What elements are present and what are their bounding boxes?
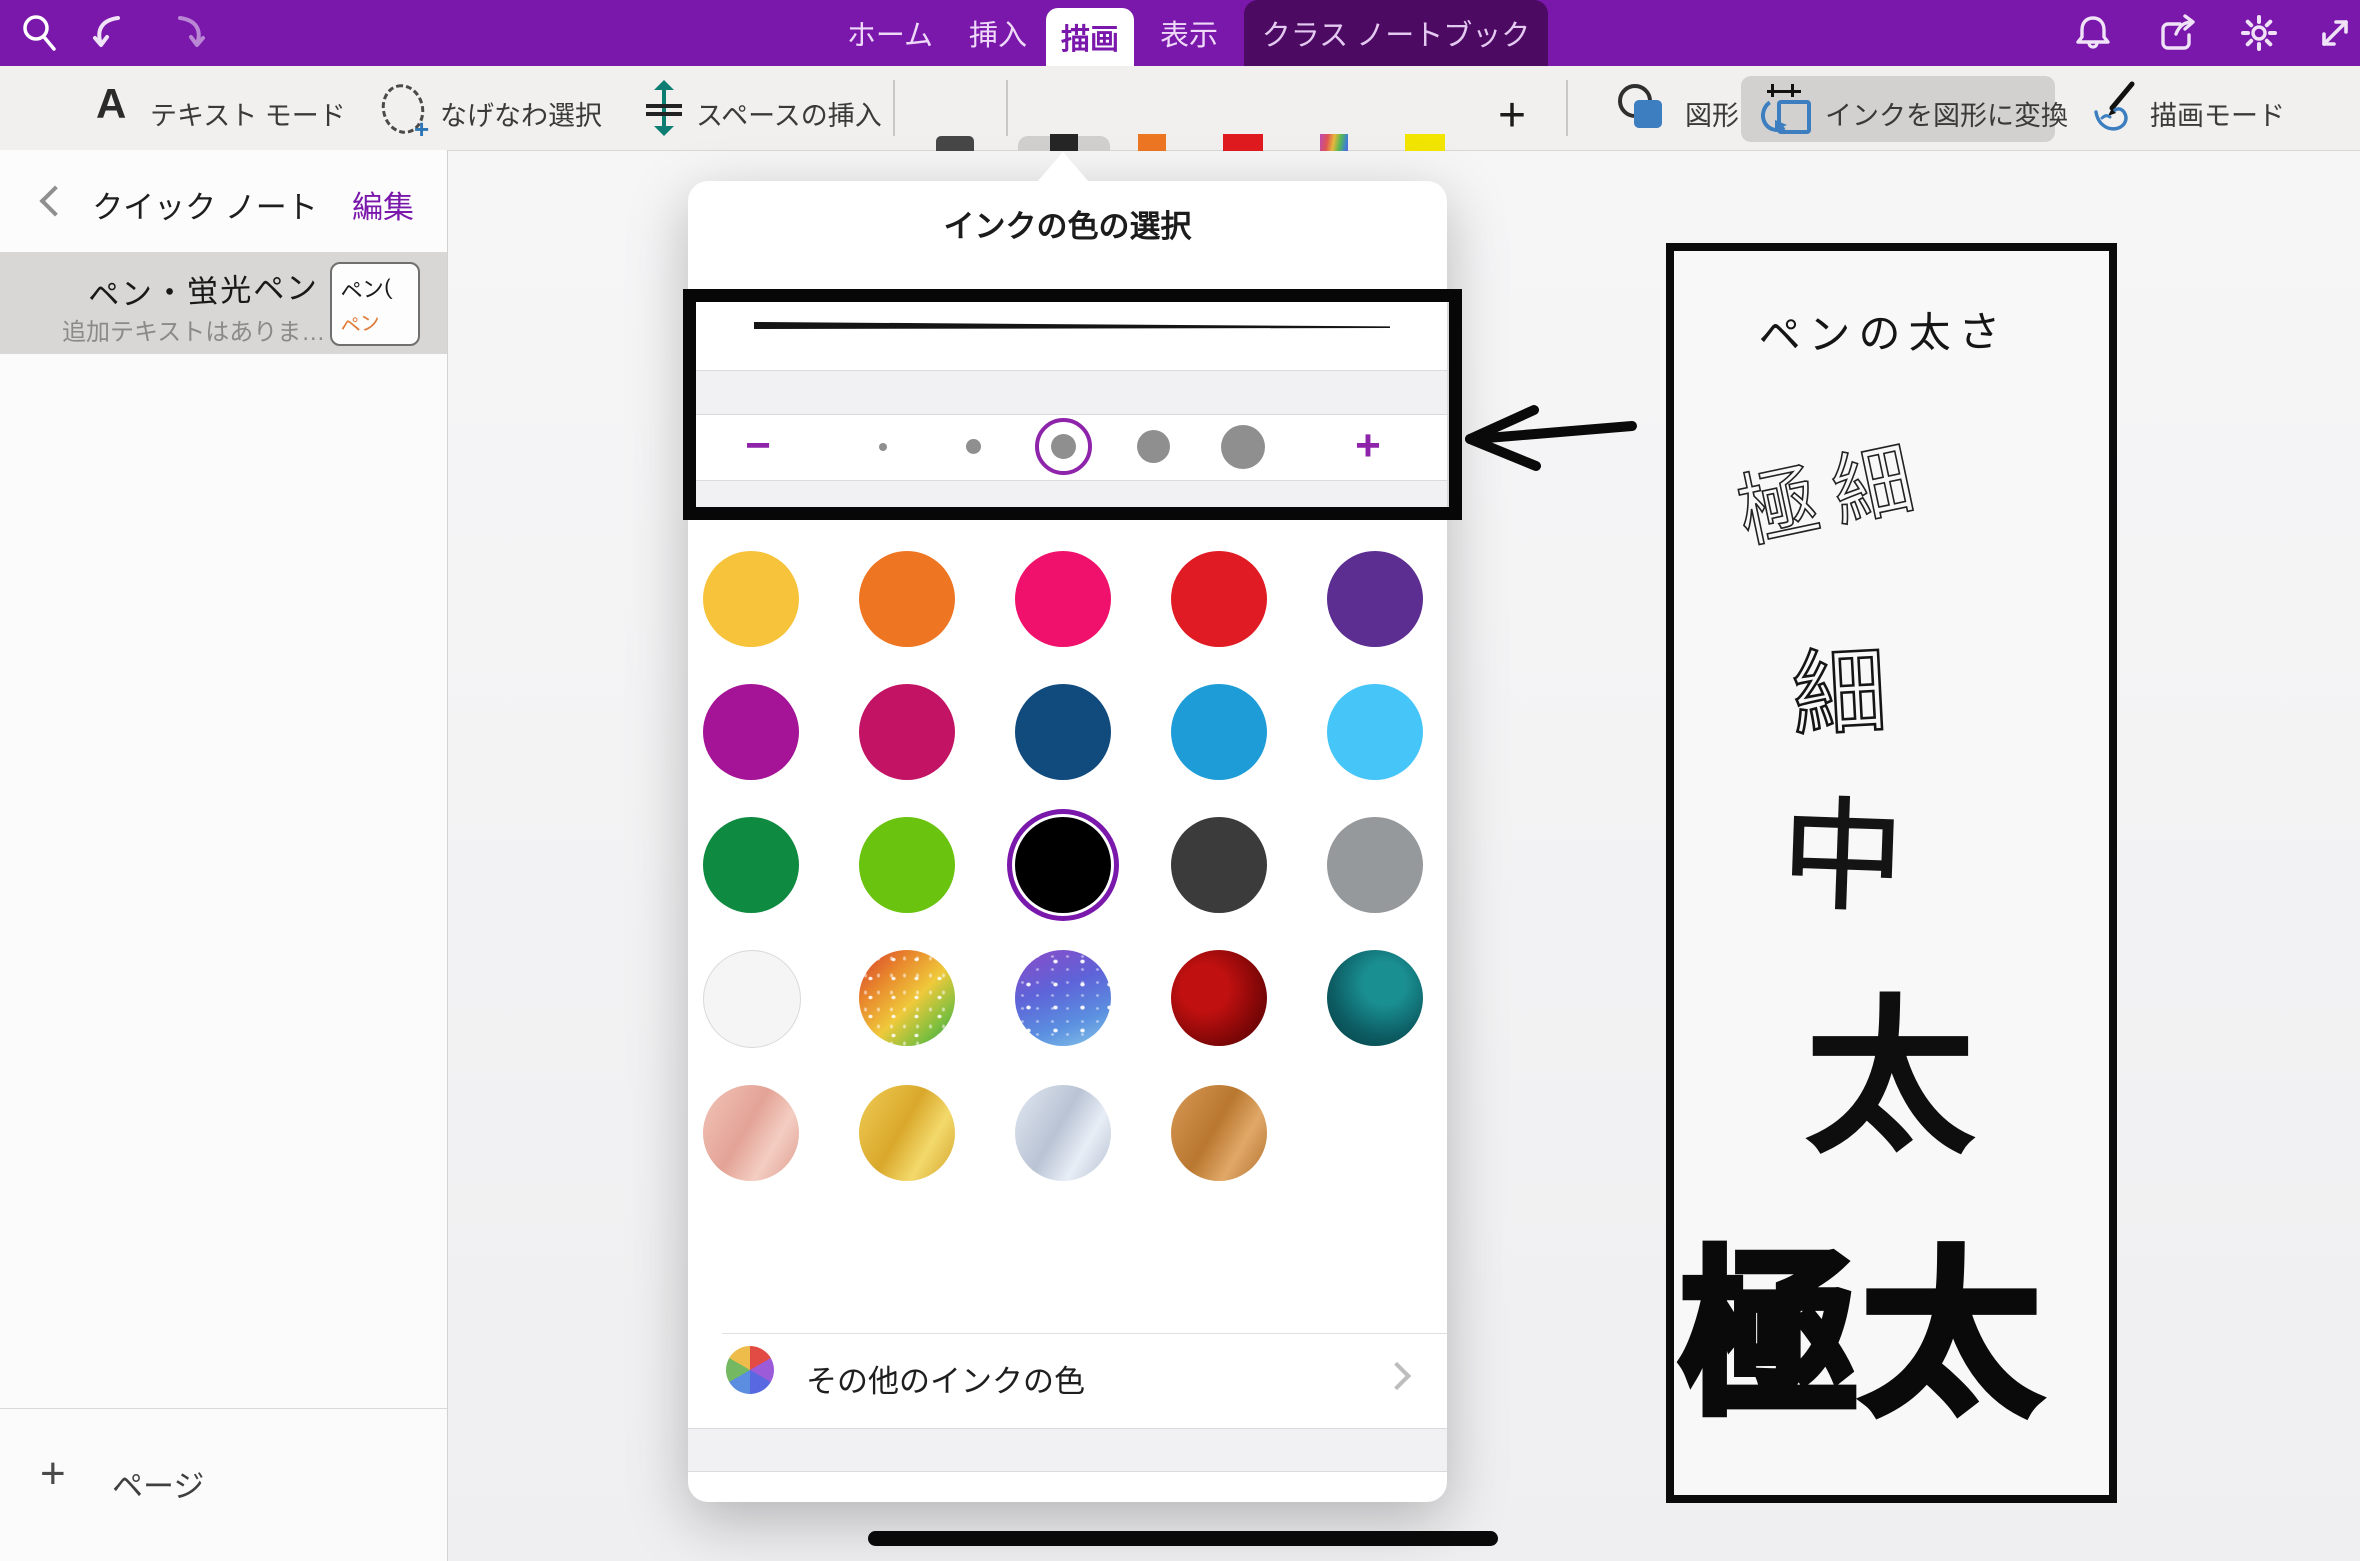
handwritten-size-label-4: 太 [1806, 942, 1974, 1185]
undo-icon[interactable] [88, 12, 130, 54]
swatch-black[interactable] [1015, 817, 1111, 913]
add-page-button[interactable]: + ページ [0, 1409, 447, 1561]
tab-insert[interactable]: 挿入 [958, 0, 1038, 66]
swatch-green[interactable] [703, 817, 799, 913]
swatch-rainbow-glitter[interactable] [859, 950, 955, 1046]
insert-space-icon[interactable] [642, 80, 686, 136]
handwritten-size-label-3: 中 [1779, 756, 1907, 937]
swatch-light-blue[interactable] [1327, 684, 1423, 780]
insert-space-button[interactable]: スペースの挿入 [696, 94, 882, 133]
add-pen-button[interactable]: + [1498, 88, 1526, 143]
lasso-select-button[interactable]: なげなわ選択 [440, 94, 602, 133]
swatch-orange[interactable] [859, 551, 955, 647]
tab-home[interactable]: ホーム [832, 0, 948, 66]
tab-draw[interactable]: 描画 [1046, 8, 1134, 66]
tab-view[interactable]: 表示 [1146, 0, 1232, 66]
notebook-title: クイック ノート [80, 182, 330, 227]
handwritten-size-label-2: 細 [1789, 616, 1890, 757]
toolbar-divider [1006, 80, 1008, 136]
drawing-toolbar: A テキスト モード + なげなわ選択 スペースの挿入 + 図形 インクを図形に… [0, 66, 2360, 151]
swatch-dark-pink[interactable] [859, 684, 955, 780]
swatch-red[interactable] [1171, 551, 1267, 647]
draw-mode-icon[interactable] [2088, 78, 2140, 138]
ink-to-shape-button[interactable]: インクを図形に変換 [1741, 76, 2055, 142]
swatch-galaxy[interactable] [1015, 950, 1111, 1046]
swatch-gray[interactable] [1327, 817, 1423, 913]
pages-sidebar: クイック ノート 編集 ペン・蛍光ペン 追加テキストはありま… ペン( ペン +… [0, 150, 448, 1561]
swatch-silver[interactable] [1015, 1085, 1111, 1181]
swatch-rose-gold[interactable] [703, 1085, 799, 1181]
swatch-bronze[interactable] [1171, 1085, 1267, 1181]
popup-title: インクの色の選択 [688, 201, 1447, 246]
edit-button[interactable]: 編集 [352, 182, 414, 227]
toolbar-divider [893, 80, 895, 136]
page-thumbnail: ペン( ペン [330, 262, 420, 346]
swatch-white[interactable] [703, 950, 801, 1048]
shapes-button[interactable]: 図形 [1685, 94, 1739, 133]
swatch-blue[interactable] [1171, 684, 1267, 780]
swatch-ocean[interactable] [1327, 950, 1423, 1046]
swatch-purple[interactable] [1327, 551, 1423, 647]
top-app-bar: ホーム 挿入 描画 表示 クラス ノートブック [0, 0, 2360, 66]
popup-pointer [1037, 152, 1089, 182]
shapes-icon[interactable] [1618, 84, 1670, 134]
fullscreen-icon[interactable] [2314, 12, 2356, 54]
page-list-item-selected[interactable]: ペン・蛍光ペン 追加テキストはありま… ペン( ペン [0, 252, 447, 354]
page-item-title: ペン・蛍光ペン [87, 262, 319, 315]
sidebar-header: クイック ノート 編集 [0, 150, 447, 253]
divider-band [688, 1428, 1447, 1472]
text-mode-icon[interactable]: A [96, 80, 126, 128]
swatch-light-green[interactable] [859, 817, 955, 913]
annotation-rectangle [683, 289, 1462, 520]
draw-mode-button[interactable]: 描画モード [2150, 94, 2285, 133]
swatch-red-lava[interactable] [1171, 950, 1267, 1046]
color-wheel-icon [726, 1346, 774, 1394]
text-mode-button[interactable]: テキスト モード [150, 94, 346, 133]
toolbar-divider [1566, 80, 1568, 136]
swatch-magenta[interactable] [703, 684, 799, 780]
lasso-plus-glyph: + [414, 114, 429, 145]
plus-icon: + [40, 1449, 66, 1499]
more-ink-colors-row[interactable]: その他のインクの色 [688, 1334, 1447, 1427]
back-chevron-icon[interactable] [39, 185, 70, 216]
home-indicator[interactable] [868, 1531, 1498, 1546]
chevron-right-icon [1383, 1362, 1411, 1390]
swatch-dark-gray[interactable] [1171, 817, 1267, 913]
ink-to-shape-icon [1761, 82, 1809, 136]
swatch-yellow[interactable] [703, 551, 799, 647]
handwritten-size-label-5: 極太 [1680, 1192, 2044, 1449]
swatch-pink[interactable] [1015, 551, 1111, 647]
redo-icon[interactable] [168, 12, 210, 54]
page-item-subtitle: 追加テキストはありま… [62, 312, 325, 347]
notifications-bell-icon[interactable] [2072, 12, 2114, 54]
tab-class-notebook[interactable]: クラス ノートブック [1244, 0, 1548, 66]
swatch-navy-blue[interactable] [1015, 684, 1111, 780]
swatch-gold[interactable] [859, 1085, 955, 1181]
pen-size-box-title: ペンの太さ [1666, 296, 2102, 365]
search-icon[interactable] [18, 12, 60, 54]
ink-color-grid [703, 551, 1423, 1181]
settings-gear-icon[interactable] [2238, 12, 2280, 54]
share-icon[interactable] [2156, 12, 2198, 54]
